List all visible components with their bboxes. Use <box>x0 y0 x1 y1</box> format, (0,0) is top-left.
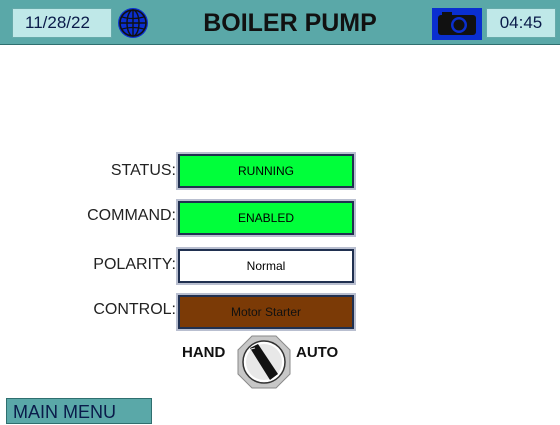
auto-label: AUTO <box>296 344 339 361</box>
main-menu-button[interactable]: MAIN MENU <box>6 398 152 424</box>
polarity-value[interactable]: Normal <box>176 247 356 285</box>
polarity-label: POLARITY: <box>93 256 176 273</box>
hand-label: HAND <box>182 344 226 361</box>
page-title: BOILER PUMP <box>203 9 377 37</box>
globe-icon[interactable] <box>116 7 150 39</box>
status-value: RUNNING <box>176 152 356 190</box>
command-toggle-button[interactable]: ENABLED <box>176 199 356 237</box>
control-label: CONTROL: <box>93 301 176 318</box>
date-display: 11/28/22 <box>12 8 112 38</box>
control-value[interactable]: Motor Starter <box>176 293 356 331</box>
hand-auto-selector-switch[interactable] <box>236 334 292 390</box>
command-label: COMMAND: <box>87 207 176 224</box>
camera-icon[interactable] <box>432 8 482 40</box>
status-label: STATUS: <box>110 162 176 179</box>
header-bar: 11/28/22 BOILER PUMP 04:45 <box>0 0 560 45</box>
time-display: 04:45 <box>486 8 556 38</box>
